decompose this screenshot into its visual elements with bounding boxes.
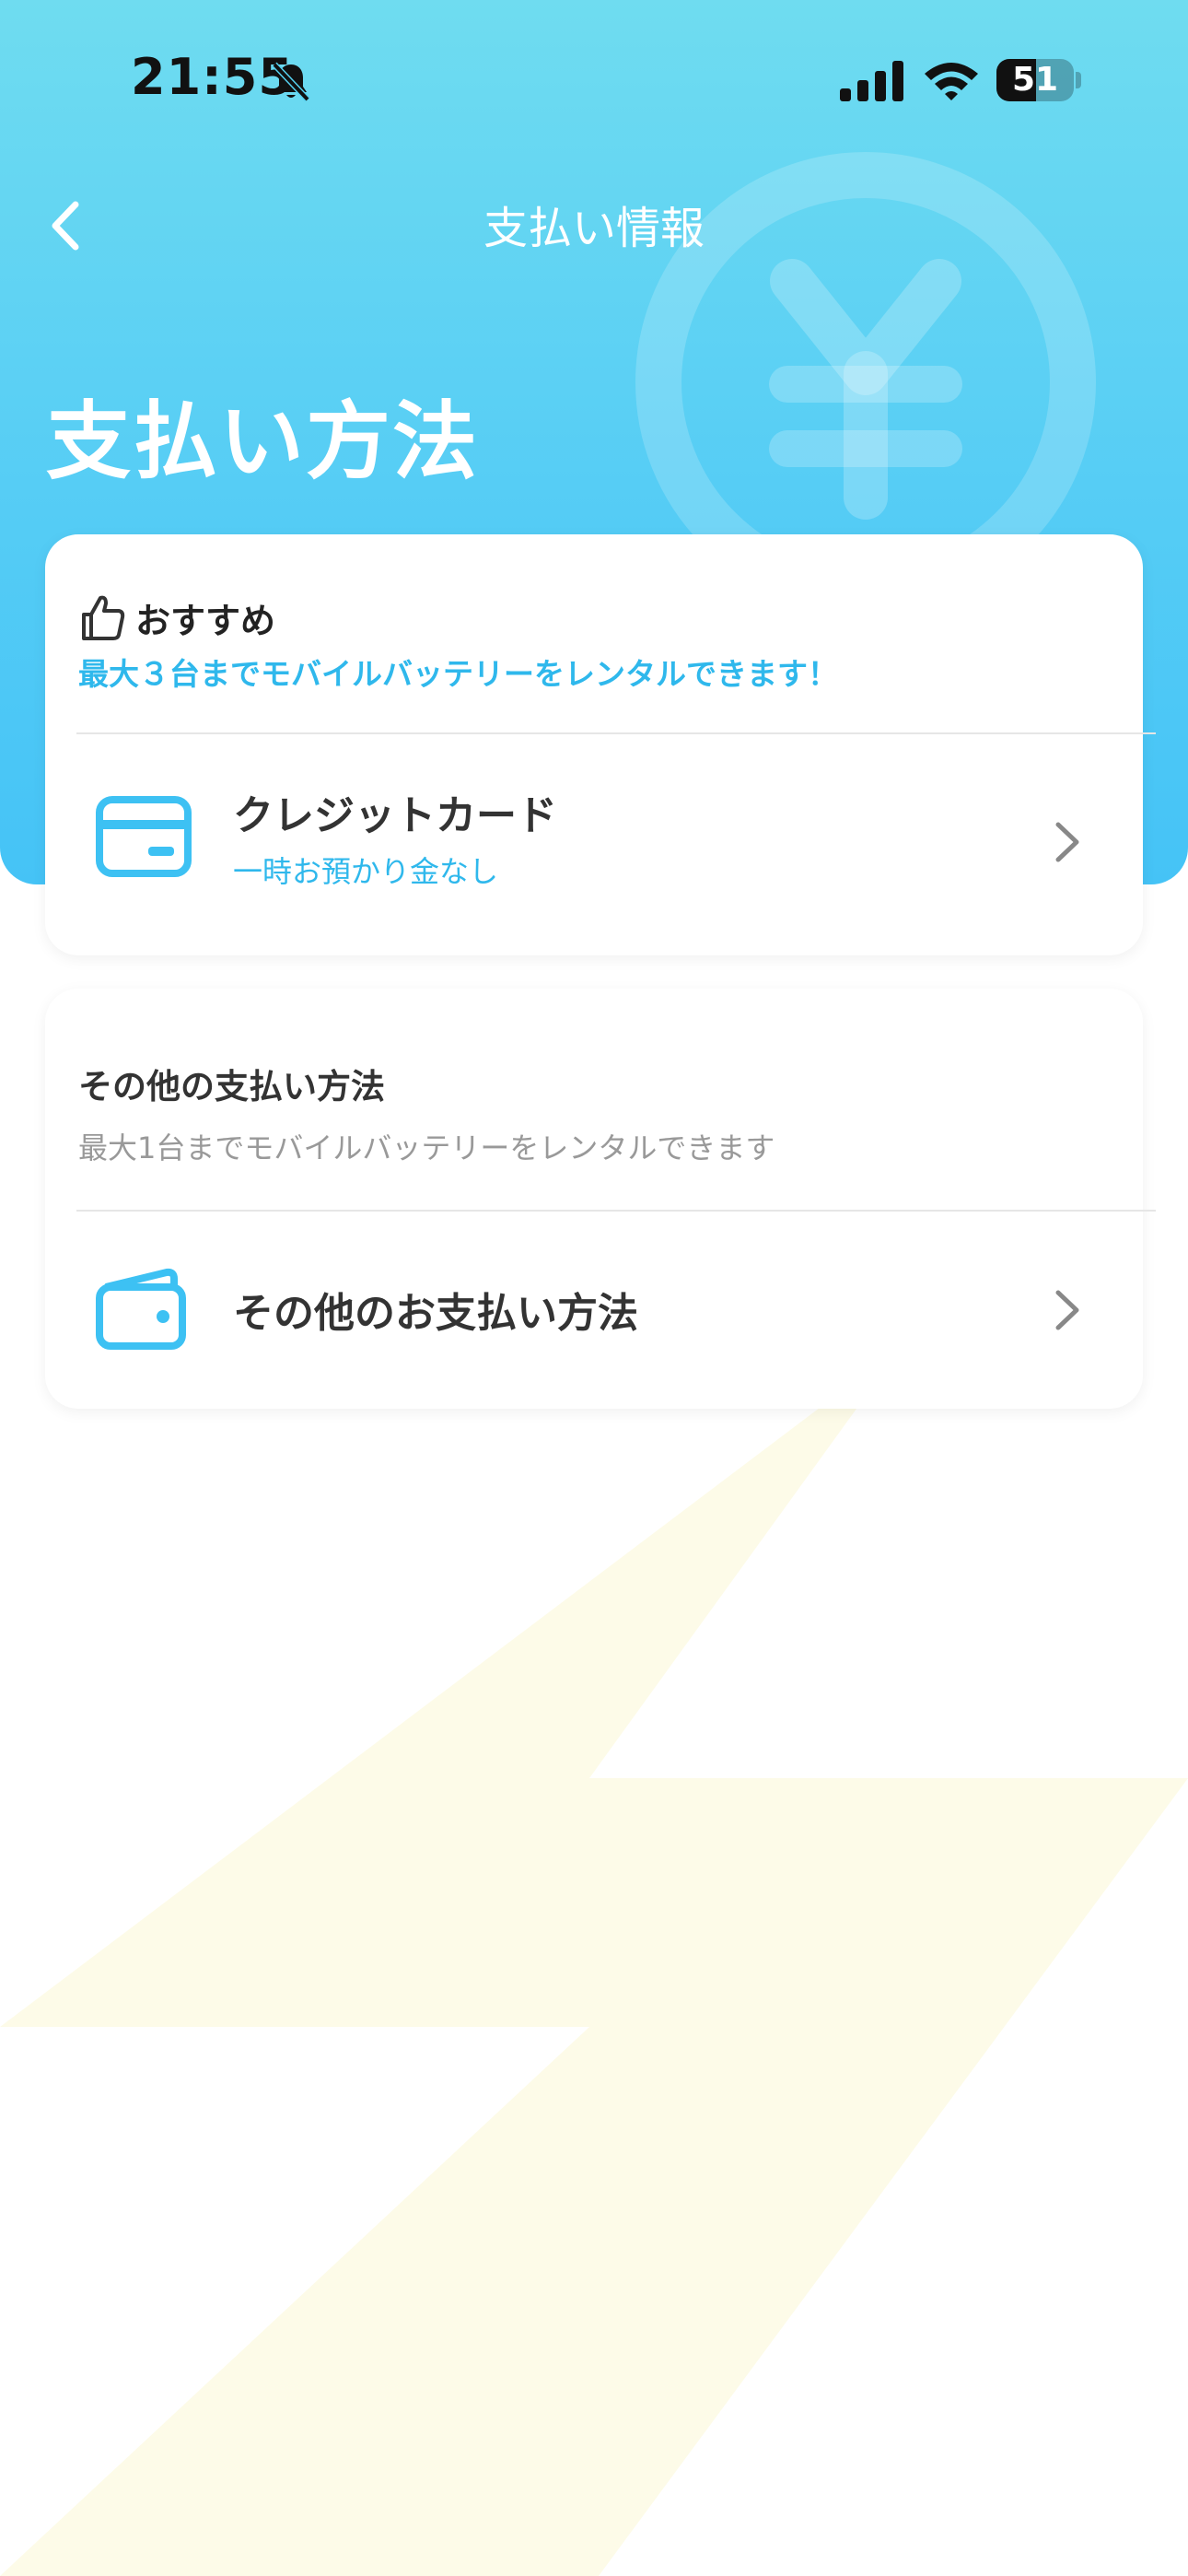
recommended-header: おすすめ [80, 590, 275, 645]
recommended-card: おすすめ 最大３台までモバイルバッテリーをレンタルできます！ クレジットカード … [45, 534, 1156, 955]
battery-level: 51 [1011, 61, 1059, 99]
wifi-icon [925, 63, 978, 100]
chevron-right-icon [1055, 1290, 1079, 1330]
thumbs-up-icon [82, 595, 125, 640]
recommended-note: 最大３台までモバイルバッテリーをレンタルできます！ [78, 656, 838, 692]
chevron-right-icon [1055, 822, 1079, 862]
credit-card-subtitle: 一時お預かり金なし [233, 854, 499, 889]
other-payment-title: その他のお支払い方法 [233, 1290, 638, 1337]
nav-title: 支払い情報 [483, 203, 705, 254]
battery-body: 51 [996, 59, 1074, 101]
cellular-signal-icon [840, 61, 903, 101]
other-methods-title: その他の支払い方法 [78, 1067, 385, 1107]
other-payment-option[interactable]: その他のお支払い方法 [45, 1212, 1143, 1409]
battery-icon: 51 [996, 59, 1081, 101]
page-title: 支払い方法 [46, 392, 480, 491]
credit-card-option[interactable]: クレジットカード 一時お預かり金なし [45, 734, 1143, 955]
credit-card-icon [96, 796, 192, 877]
other-methods-card: その他の支払い方法 最大1台までモバイルバッテリーをレンタルできます その他のお… [45, 989, 1156, 1409]
recommended-label: おすすめ [135, 600, 276, 641]
other-methods-note: 最大1台までモバイルバッテリーをレンタルできます [78, 1130, 775, 1165]
bell-slash-icon [272, 62, 310, 102]
wallet-icon [96, 1268, 186, 1350]
credit-card-title: クレジットカード [233, 792, 557, 839]
battery-cap [1076, 72, 1081, 88]
